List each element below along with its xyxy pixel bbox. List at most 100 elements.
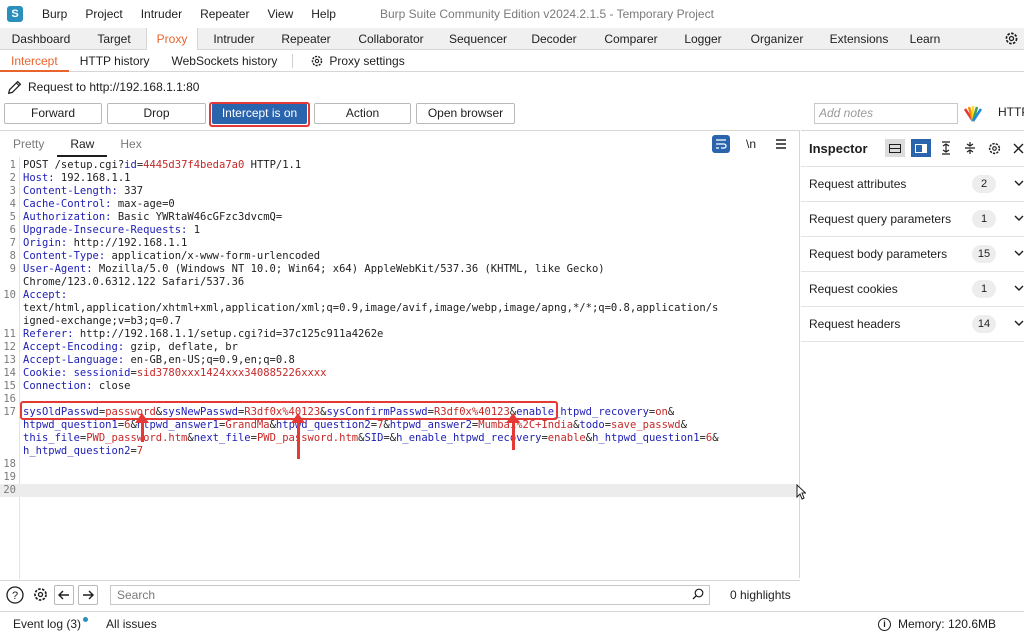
svg-text:?: ? xyxy=(12,590,18,602)
code-line[interactable]: 14 Cookie: sessionid=sid3780xxx1424xxx340… xyxy=(0,367,798,380)
tab-sequencer[interactable]: Sequencer xyxy=(440,28,516,50)
code-line[interactable]: 11 Referer: http://192.168.1.1/setup.cgi?… xyxy=(0,328,798,341)
collapse-all-icon[interactable] xyxy=(961,139,979,157)
code-line[interactable]: 5 Authorization: Basic YWRtaW46cGFzc3dvcm… xyxy=(0,211,798,224)
search-settings-gear-icon[interactable] xyxy=(30,585,50,605)
line-number: 20 xyxy=(3,484,16,496)
menu-view[interactable]: View xyxy=(258,0,302,28)
code-line[interactable]: this_file=PWD_password.htm&next_file=PWD… xyxy=(0,432,798,445)
code-line[interactable]: 3 Content-Length: 337 xyxy=(0,185,798,198)
code-line[interactable]: htpwd_question1=6&htpwd_answer1=GrandMa&… xyxy=(0,419,798,432)
tab-dashboard[interactable]: Dashboard xyxy=(0,28,82,50)
tab-websockets-history[interactable]: WebSockets history xyxy=(161,50,289,72)
line-text: h_htpwd_question2=7 xyxy=(23,445,144,457)
code-line[interactable]: 8 Content-Type: application/x-www-form-ur… xyxy=(0,250,798,263)
menu-icon[interactable] xyxy=(772,135,790,153)
chevron-down-icon xyxy=(1014,215,1024,221)
raw-request-body[interactable]: 1 POST /setup.cgi?id=4445d37f4beda7a0 HTT… xyxy=(0,157,798,579)
tab-proxy[interactable]: Proxy xyxy=(146,28,198,50)
section-label: Request query parameters xyxy=(809,212,952,226)
inspector-settings-gear-icon[interactable] xyxy=(985,139,1003,157)
section-label: Request attributes xyxy=(809,177,907,191)
inspector-section-headers[interactable]: Request headers 14 xyxy=(801,307,1024,342)
tab-hex[interactable]: Hex xyxy=(107,131,154,157)
forward-button[interactable]: Forward xyxy=(4,103,102,124)
tab-decoder[interactable]: Decoder xyxy=(516,28,592,50)
wrap-lines-icon[interactable] xyxy=(712,135,730,153)
code-line[interactable]: 1 POST /setup.cgi?id=4445d37f4beda7a0 HTT… xyxy=(0,159,798,172)
tab-extensions[interactable]: Extensions xyxy=(818,28,900,50)
drop-button[interactable]: Drop xyxy=(107,103,206,124)
chevron-down-icon xyxy=(1014,180,1024,186)
layout-vertical-icon[interactable] xyxy=(911,139,931,157)
highlight-color-icon[interactable] xyxy=(963,105,983,123)
tab-logger[interactable]: Logger xyxy=(670,28,736,50)
inspector-title: Inspector xyxy=(809,141,868,156)
chevron-down-icon xyxy=(1014,320,1024,326)
code-line[interactable]: Chrome/123.0.6312.122 Safari/537.36 xyxy=(0,276,798,289)
forward-arrow-icon[interactable] xyxy=(78,584,98,605)
line-text: Referer: http://192.168.1.1/setup.cgi?id… xyxy=(23,328,384,340)
all-issues-link[interactable]: All issues xyxy=(106,617,157,631)
tab-target[interactable]: Target xyxy=(82,28,146,50)
code-line[interactable]: 18 xyxy=(0,458,798,471)
code-line[interactable]: 10 Accept: xyxy=(0,289,798,302)
menu-burp[interactable]: Burp xyxy=(33,0,76,28)
tab-raw[interactable]: Raw xyxy=(57,131,108,157)
proxy-settings-button[interactable]: Proxy settings xyxy=(299,50,415,72)
menu-project[interactable]: Project xyxy=(76,0,131,28)
inspector-section-body-parameters[interactable]: Request body parameters 15 xyxy=(801,237,1024,272)
code-line[interactable]: text/html,application/xhtml+xml,applicat… xyxy=(0,302,798,315)
code-line[interactable]: 20 xyxy=(0,484,798,497)
code-line[interactable]: 2 Host: 192.168.1.1 xyxy=(0,172,798,185)
memory-indicator: i Memory: 120.6MB xyxy=(877,617,996,631)
section-label: Request body parameters xyxy=(809,247,948,261)
title-bar: S Burp Project Intruder Repeater View He… xyxy=(0,0,1024,28)
event-log-link[interactable]: Event log (3) xyxy=(13,617,89,631)
inspector-section-cookies[interactable]: Request cookies 1 xyxy=(801,272,1024,307)
info-icon: i xyxy=(877,617,891,631)
tab-comparer[interactable]: Comparer xyxy=(592,28,670,50)
line-number: 10 xyxy=(3,289,16,301)
inspector-section-request-attributes[interactable]: Request attributes 2 xyxy=(801,167,1024,202)
search-input[interactable]: Search xyxy=(110,585,710,605)
tab-http-history[interactable]: HTTP history xyxy=(69,50,161,72)
code-line[interactable]: igned-exchange;v=b3;q=0.7 xyxy=(0,315,798,328)
tab-organizer[interactable]: Organizer xyxy=(736,28,818,50)
back-arrow-icon[interactable] xyxy=(54,584,74,605)
code-line[interactable]: 13 Accept-Language: en-GB,en-US;q=0.9,en;… xyxy=(0,354,798,367)
action-button[interactable]: Action xyxy=(314,103,411,124)
open-browser-button[interactable]: Open browser xyxy=(416,103,515,124)
code-line[interactable]: 15 Connection: close xyxy=(0,380,798,393)
menu-intruder[interactable]: Intruder xyxy=(132,0,191,28)
tab-collaborator[interactable]: Collaborator xyxy=(342,28,440,50)
code-line[interactable]: 12 Accept-Encoding: gzip, deflate, br xyxy=(0,341,798,354)
newline-toggle[interactable]: \n xyxy=(742,135,760,153)
line-number: 9 xyxy=(9,263,16,275)
code-line[interactable]: h_htpwd_question2=7 xyxy=(0,445,798,458)
line-number: 15 xyxy=(3,380,16,392)
tab-intruder[interactable]: Intruder xyxy=(198,28,270,50)
tab-pretty[interactable]: Pretty xyxy=(0,131,57,157)
tab-intercept[interactable]: Intercept xyxy=(0,50,69,72)
expand-all-icon[interactable] xyxy=(937,139,955,157)
code-line[interactable]: 7 Origin: http://192.168.1.1 xyxy=(0,237,798,250)
count-badge: 2 xyxy=(972,175,996,193)
count-badge: 15 xyxy=(972,245,996,263)
layout-horizontal-icon[interactable] xyxy=(885,139,905,157)
close-icon[interactable] xyxy=(1009,139,1024,157)
notes-input[interactable]: Add notes xyxy=(814,103,958,124)
code-line[interactable]: 4 Cache-Control: max-age=0 xyxy=(0,198,798,211)
tab-repeater[interactable]: Repeater xyxy=(270,28,342,50)
window-title: Burp Suite Community Edition v2024.2.1.5… xyxy=(380,7,714,21)
code-line[interactable]: 19 xyxy=(0,471,798,484)
settings-gear-icon[interactable] xyxy=(1003,30,1020,47)
code-line[interactable]: 6 Upgrade-Insecure-Requests: 1 xyxy=(0,224,798,237)
help-icon[interactable]: ? xyxy=(5,585,25,605)
menu-repeater[interactable]: Repeater xyxy=(191,0,258,28)
line-text: this_file=PWD_password.htm&next_file=PWD… xyxy=(23,432,719,444)
menu-help[interactable]: Help xyxy=(302,0,345,28)
tab-learn[interactable]: Learn xyxy=(900,28,950,50)
code-line[interactable]: 9 User-Agent: Mozilla/5.0 (Windows NT 10.… xyxy=(0,263,798,276)
inspector-section-query-parameters[interactable]: Request query parameters 1 xyxy=(801,202,1024,237)
